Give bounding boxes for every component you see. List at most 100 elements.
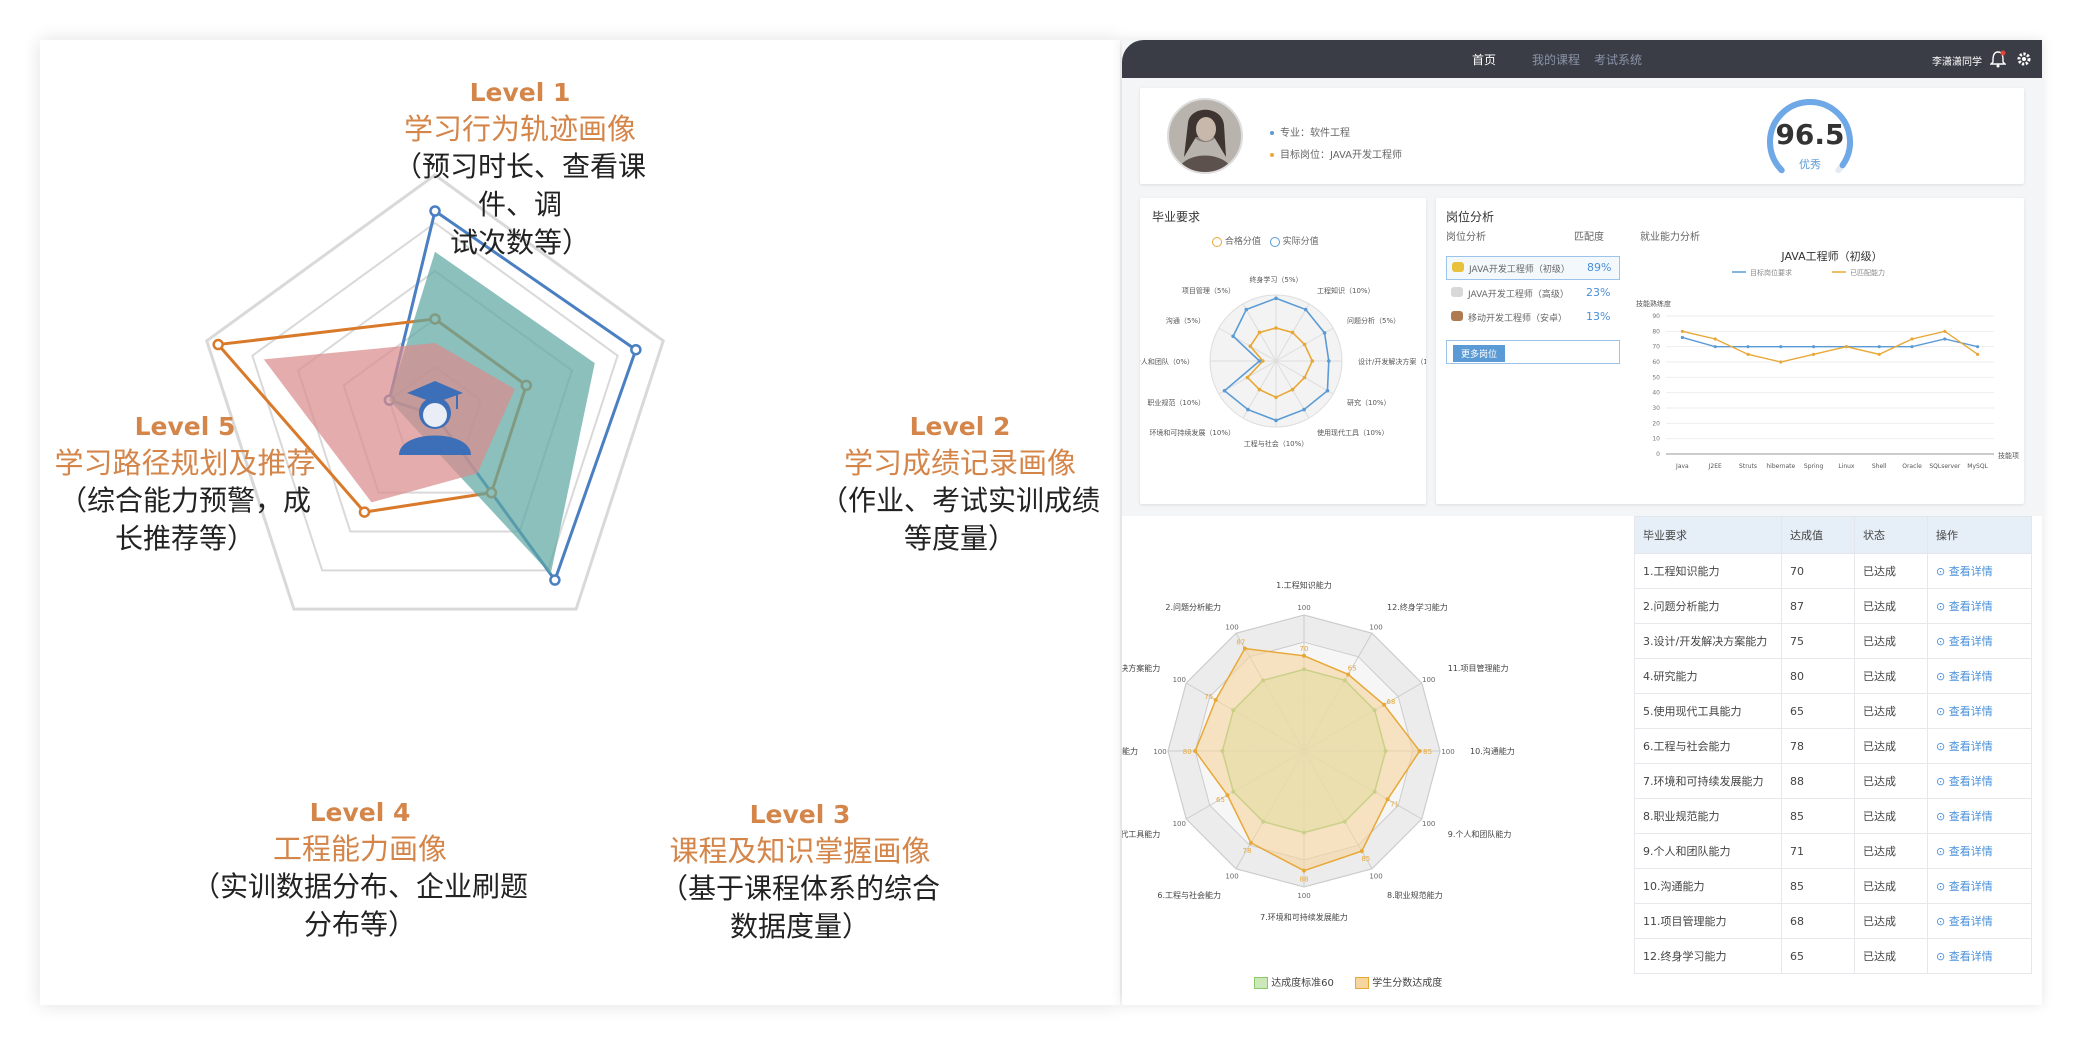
grad-axis-label: 研究（10%）: [1347, 398, 1391, 407]
grad-point: [1325, 388, 1330, 393]
grad-axis-label: 使用现代工具（10%）: [1317, 428, 1389, 437]
status-cell: 已达成: [1854, 728, 1928, 764]
grad-point: [1222, 388, 1227, 393]
view-details-label: 查看详情: [1948, 670, 1993, 683]
view-details-label: 查看详情: [1948, 810, 1993, 823]
grad-point: [1322, 331, 1327, 335]
achievement-point: [1248, 840, 1253, 845]
employ-ytick: 30: [1652, 405, 1660, 412]
score-rating: 优秀: [1799, 158, 1821, 171]
status-cell: 已达成: [1854, 693, 1928, 729]
job-row-3-name: 移动开发工程师（安卓）: [1468, 314, 1568, 324]
view-details-link[interactable]: ⊙ 查看详情: [1927, 553, 2032, 589]
achievement-value-label: 68: [1387, 698, 1396, 706]
grad-point: [1257, 387, 1262, 392]
view-details-link[interactable]: ⊙ 查看详情: [1927, 658, 2032, 694]
level-5-block: Level 5 学习路径规划及推荐 （综合能力预警，成 长推荐等）: [40, 410, 330, 558]
view-details-link[interactable]: ⊙ 查看详情: [1927, 693, 2032, 729]
col-header-status: 状态: [1854, 516, 1928, 554]
grad-point: [1274, 296, 1278, 301]
employ-point: [1976, 352, 1980, 356]
job-row-3[interactable]: 移动开发工程师（安卓） 13%: [1446, 306, 1618, 328]
achievement-value-label: 85: [1361, 855, 1370, 863]
grad-point: [1274, 418, 1278, 423]
level-4-title: 工程能力画像: [272, 832, 447, 866]
more-jobs-button[interactable]: 更多岗位: [1453, 345, 1506, 362]
value-cell: 71: [1781, 833, 1855, 869]
grad-axis-label: 职业规范（10%）: [1147, 398, 1205, 407]
grad-axis-label: 沟通（5%）: [1166, 316, 1205, 325]
view-details-link[interactable]: ⊙ 查看详情: [1927, 623, 2032, 659]
value-cell: 78: [1781, 728, 1855, 764]
lower-section: 70 65 68 85 71 85 88 78 65 80 75 87 100 1.工程知识能力 100 12…: [1122, 516, 2042, 1005]
achievement-point: [1213, 698, 1218, 702]
radar-axis-label: 7.环境和可持续发展能力: [1260, 912, 1348, 922]
legend-score-label[interactable]: 学生分数达成度: [1372, 978, 1442, 989]
view-details-label: 查看详情: [1948, 740, 1993, 753]
concept-point: [358, 506, 371, 518]
view-details-link[interactable]: ⊙ 查看详情: [1927, 798, 2032, 834]
grad-point: [1261, 359, 1265, 363]
employ-title: 就业能力分析: [1640, 232, 1700, 243]
employ-line-chart: JAVA工程师（初级） 目标岗位要求 已匹配能力技能熟练度技能项 0 10 20 30 40 5…: [1636, 249, 2019, 470]
radar-tick-100: 100: [1297, 604, 1310, 612]
radar-axis-label: 3.设计/开发解决方案能力: [1122, 663, 1160, 673]
view-details-link[interactable]: ⊙ 查看详情: [1927, 588, 2032, 624]
level-2-title: 学习成绩记录画像: [843, 446, 1076, 480]
nav-my-courses[interactable]: 我的课程: [1532, 51, 1580, 68]
view-details-link[interactable]: ⊙ 查看详情: [1927, 728, 2032, 764]
nav-exam-system[interactable]: 考试系统: [1594, 51, 1642, 68]
table-row: 5.使用现代工具能力 65 已达成 ⊙ 查看详情: [1634, 693, 2032, 729]
major-text: 专业：软件工程: [1280, 128, 1350, 139]
student-avatar[interactable]: [1166, 97, 1244, 175]
profile-card: 专业：软件工程 目标岗位：JAVA开发工程师 96.5 优秀: [1140, 88, 2024, 184]
job-row-2[interactable]: JAVA开发工程师（高级） 23%: [1446, 282, 1618, 304]
score-value: 96.5: [1775, 118, 1845, 151]
detail-icon: ⊙: [1936, 810, 1949, 823]
employ-point: [1844, 345, 1848, 349]
view-details-link[interactable]: ⊙ 查看详情: [1927, 903, 2032, 939]
user-name[interactable]: 李潇潇同学: [1932, 53, 1982, 68]
detail-icon: ⊙: [1936, 600, 1949, 613]
employ-point: [1877, 352, 1881, 356]
grad-point: [1310, 359, 1315, 363]
job-analysis-card: 岗位分析 岗位分析 匹配度 JAVA开发工程师（初级） 89% JAVA开发工程…: [1436, 198, 2024, 504]
radar-axis-label: 12.终身学习能力: [1387, 602, 1448, 612]
radar-tick-100: 100: [1369, 873, 1382, 881]
view-details-link[interactable]: ⊙ 查看详情: [1927, 833, 2032, 869]
legend-std-label[interactable]: 达成度标准60: [1271, 978, 1334, 989]
detail-icon: ⊙: [1936, 775, 1949, 788]
legend-actual[interactable]: 实际分值: [1283, 237, 1319, 247]
view-details-link[interactable]: ⊙ 查看详情: [1927, 938, 2032, 974]
view-details-label: 查看详情: [1948, 880, 1993, 893]
detail-icon: ⊙: [1936, 705, 1949, 718]
employ-chart-title: JAVA工程师（初级）: [1780, 249, 1882, 263]
detail-icon: ⊙: [1936, 880, 1949, 893]
grad-axis-label: 个人和团队（0%）: [1140, 357, 1194, 366]
gear-icon[interactable]: [2016, 51, 2032, 67]
view-details-link[interactable]: ⊙ 查看详情: [1927, 868, 2032, 904]
status-cell: 已达成: [1854, 553, 1928, 589]
achievement-point: [1225, 793, 1230, 798]
job-row-1[interactable]: JAVA开发工程师（初级） 89%: [1446, 256, 1620, 280]
job-row-3-match: 13%: [1586, 310, 1611, 323]
grad-point: [1303, 307, 1308, 312]
table-row: 8.职业规范能力 85 已达成 ⊙ 查看详情: [1634, 798, 2032, 834]
job-row-1-name: JAVA开发工程师（初级）: [1469, 265, 1570, 275]
employ-point: [1779, 345, 1783, 349]
col-header-requirement: 毕业要求: [1634, 516, 1782, 554]
bell-icon[interactable]: [1990, 50, 2006, 68]
legend-pass[interactable]: 合格分值: [1225, 237, 1261, 247]
employ-point: [1910, 337, 1914, 341]
nav-home[interactable]: 首页: [1472, 51, 1496, 68]
view-details-label: 查看详情: [1948, 705, 1993, 718]
level-2-label: Level 2: [909, 412, 1011, 441]
view-details-label: 查看详情: [1948, 775, 1993, 788]
employ-legend-label: 目标岗位要求: [1750, 268, 1792, 277]
status-cell: 已达成: [1854, 903, 1928, 939]
requirement-cell: 5.使用现代工具能力: [1634, 693, 1782, 729]
view-details-link[interactable]: ⊙ 查看详情: [1927, 763, 2032, 799]
grad-axis-label: 问题分析（5%）: [1347, 316, 1400, 325]
status-cell: 已达成: [1854, 588, 1928, 624]
grad-legend: 合格分值 实际分值: [1212, 234, 1319, 247]
